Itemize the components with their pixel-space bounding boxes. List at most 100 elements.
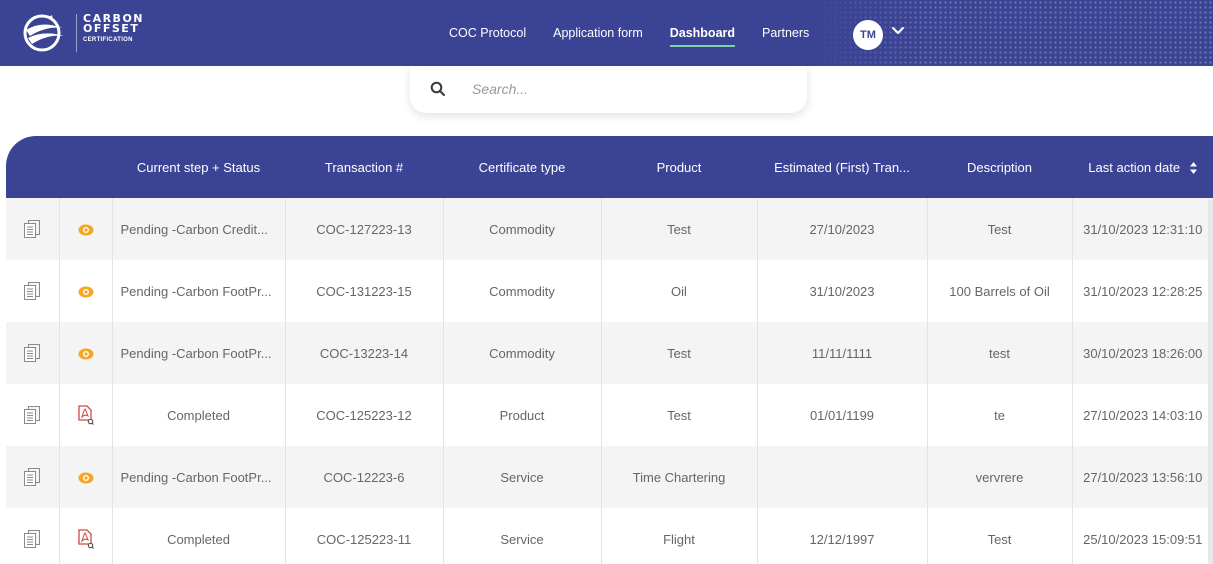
document-icon[interactable] — [24, 220, 41, 238]
column-header-view — [6, 136, 59, 198]
description-cell: vervrere — [927, 446, 1073, 508]
last-action-date-cell: 27/10/2023 13:56:10 — [1083, 469, 1203, 485]
certificate-type-cell: Product — [443, 384, 602, 446]
product-cell: Test — [601, 198, 758, 260]
last-action-date-cell: 25/10/2023 15:09:51 — [1083, 531, 1203, 547]
nav-coc-protocol[interactable]: COC Protocol — [449, 22, 526, 44]
certificate-type-cell: Commodity — [443, 260, 602, 322]
eye-icon[interactable] — [78, 472, 94, 484]
transaction-cell: COC-13223-14 — [285, 322, 444, 384]
status-cell: Completed — [112, 384, 286, 446]
pdf-icon[interactable] — [77, 529, 94, 549]
transactions-table: Current step + Status Transaction # Cert… — [6, 136, 1213, 564]
pdf-icon[interactable] — [77, 405, 94, 425]
document-icon[interactable] — [24, 530, 41, 548]
transaction-cell: COC-127223-13 — [285, 198, 444, 260]
action-cell[interactable] — [59, 446, 113, 508]
estimated-cell: 12/12/1997 — [757, 508, 928, 564]
estimated-cell: 01/01/1199 — [757, 384, 928, 446]
last-action-date-cell: 31/10/2023 12:31:10 — [1083, 221, 1203, 237]
estimated-cell: 31/10/2023 — [757, 260, 928, 322]
top-navbar: CARBON OFFSET CERTIFICATION COC Protocol… — [0, 0, 1213, 66]
table-row[interactable]: Pending -Carbon FootPr... COC-131223-15 Co… — [6, 260, 1213, 322]
column-header-estimated[interactable]: Estimated (First) Tran... — [757, 136, 927, 198]
column-header-product[interactable]: Product — [601, 136, 757, 198]
action-cell[interactable] — [59, 198, 113, 260]
table-row[interactable]: Pending -Carbon FootPr... COC-12223-6 Serv… — [6, 446, 1213, 508]
product-cell: Test — [601, 322, 758, 384]
description-cell: Test — [927, 508, 1073, 564]
user-avatar[interactable]: TM — [853, 20, 883, 50]
brand-line-3: CERTIFICATION — [83, 37, 133, 43]
view-document-cell[interactable] — [6, 198, 60, 260]
description-cell: test — [927, 322, 1073, 384]
view-document-cell[interactable] — [6, 260, 60, 322]
last-action-date-cell: 31/10/2023 12:28:25 — [1083, 283, 1203, 299]
status-cell: Pending -Carbon FootPr... — [112, 322, 286, 384]
brand-line-2: OFFSET — [83, 22, 140, 35]
eye-icon[interactable] — [78, 224, 94, 236]
action-cell[interactable] — [59, 260, 113, 322]
search-bar — [410, 66, 807, 113]
document-icon[interactable] — [24, 344, 41, 362]
view-document-cell[interactable] — [6, 508, 60, 564]
transaction-cell: COC-125223-12 — [285, 384, 444, 446]
table-scrollbar[interactable] — [1208, 200, 1213, 564]
product-cell: Test — [601, 384, 758, 446]
table-row[interactable]: Completed COC-125223-12 Product Test 01/01/1… — [6, 384, 1213, 446]
table-header-row: Current step + Status Transaction # Cert… — [6, 136, 1213, 198]
view-document-cell[interactable] — [6, 446, 60, 508]
status-cell: Completed — [112, 508, 286, 564]
last-action-date-cell: 27/10/2023 14:03:10 — [1083, 407, 1203, 423]
brand-name: CARBON OFFSET CERTIFICATION — [83, 13, 144, 45]
status-cell: Pending -Carbon FootPr... — [112, 446, 286, 508]
estimated-cell — [757, 446, 928, 508]
certificate-type-cell: Commodity — [443, 198, 602, 260]
column-header-description[interactable]: Description — [927, 136, 1072, 198]
eye-icon[interactable] — [78, 348, 94, 360]
estimated-cell: 27/10/2023 — [757, 198, 928, 260]
main-nav: COC Protocol Application form Dashboard … — [449, 0, 809, 66]
product-cell: Time Chartering — [601, 446, 758, 508]
view-document-cell[interactable] — [6, 322, 60, 384]
sort-icon[interactable] — [1189, 162, 1197, 175]
table-row[interactable]: Pending -Carbon FootPr... COC-13223-14 Com… — [6, 322, 1213, 384]
status-cell: Pending -Carbon Credit... — [112, 198, 286, 260]
status-cell: Pending -Carbon FootPr... — [112, 260, 286, 322]
logo-icon[interactable] — [22, 14, 66, 52]
action-cell[interactable] — [59, 322, 113, 384]
nav-dashboard[interactable]: Dashboard — [669, 22, 736, 47]
column-header-last-action-label: Last action date — [1088, 159, 1181, 175]
product-cell: Oil — [601, 260, 758, 322]
search-icon[interactable] — [430, 81, 446, 97]
description-cell: Test — [927, 198, 1073, 260]
column-header-status[interactable]: Current step + Status — [112, 136, 285, 198]
action-cell[interactable] — [59, 384, 113, 446]
certificate-type-cell: Commodity — [443, 322, 602, 384]
product-cell: Flight — [601, 508, 758, 564]
search-input[interactable] — [472, 78, 772, 100]
document-icon[interactable] — [24, 468, 41, 486]
nav-application-form[interactable]: Application form — [553, 22, 643, 44]
logo-divider — [76, 14, 77, 52]
column-header-last-action-date[interactable]: Last action date — [1072, 136, 1213, 198]
table-row[interactable]: Completed COC-125223-11 Service Flight 12/12… — [6, 508, 1213, 564]
view-document-cell[interactable] — [6, 384, 60, 446]
nav-partners[interactable]: Partners — [762, 22, 809, 44]
document-icon[interactable] — [24, 406, 41, 424]
column-header-action — [59, 136, 112, 198]
table-row[interactable]: Pending -Carbon Credit... COC-127223-13 Co… — [6, 198, 1213, 260]
column-header-certificate-type[interactable]: Certificate type — [443, 136, 601, 198]
certificate-type-cell: Service — [443, 446, 602, 508]
certificate-type-cell: Service — [443, 508, 602, 564]
transaction-cell: COC-125223-11 — [285, 508, 444, 564]
description-cell: te — [927, 384, 1073, 446]
eye-icon[interactable] — [78, 286, 94, 298]
chevron-down-icon[interactable] — [891, 26, 905, 36]
description-cell: 100 Barrels of Oil — [927, 260, 1073, 322]
last-action-date-cell: 30/10/2023 18:26:00 — [1083, 345, 1203, 361]
transaction-cell: COC-12223-6 — [285, 446, 444, 508]
document-icon[interactable] — [24, 282, 41, 300]
column-header-transaction[interactable]: Transaction # — [285, 136, 443, 198]
action-cell[interactable] — [59, 508, 113, 564]
